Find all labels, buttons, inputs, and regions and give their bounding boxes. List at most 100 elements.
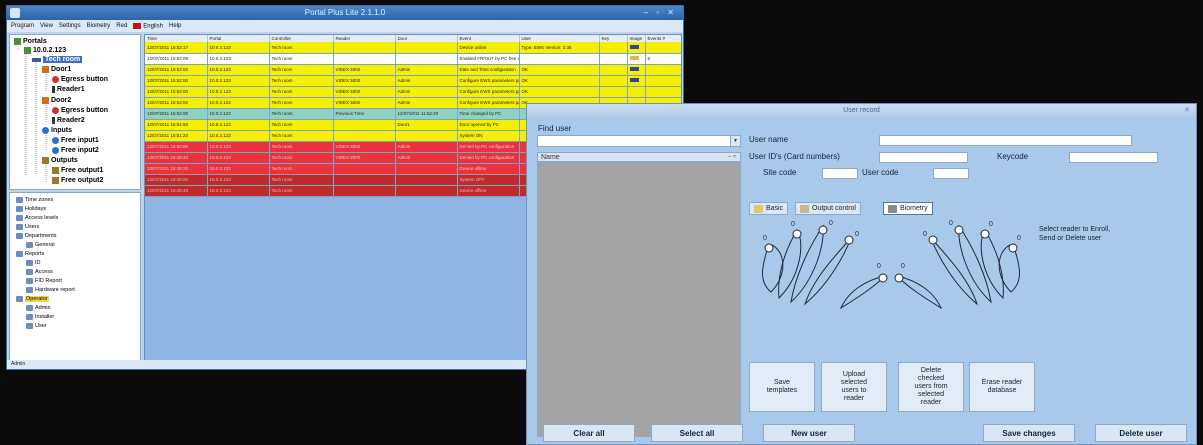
site-code-field[interactable] <box>822 168 858 179</box>
event-row[interactable]: 12/07/2011 15:52:09 10.0.2.123 Tech room En… <box>145 53 681 65</box>
event-cell: 10.0.2.123 <box>207 75 270 87</box>
camera-image-icon[interactable] <box>629 78 639 82</box>
event-column-header[interactable]: Events # <box>645 35 681 42</box>
calendar-icon <box>16 206 23 212</box>
event-row[interactable]: 12/07/2011 15:52:00 10.0.2.123 Tech room VI… <box>145 75 681 87</box>
event-column-header[interactable]: User <box>519 35 600 42</box>
nav-report-id[interactable]: ID <box>26 260 41 266</box>
event-cell: 5 <box>645 53 681 65</box>
tree-node-egress2[interactable]: Egress button <box>52 107 108 114</box>
nav-holidays[interactable]: Holidays <box>16 206 46 212</box>
nav-general[interactable]: General <box>26 242 55 248</box>
nav-users[interactable]: Users <box>16 224 39 230</box>
window-controls[interactable]: – ▫ ✕ <box>644 6 677 20</box>
event-cell: Device offline <box>457 163 520 175</box>
user-code-field[interactable] <box>933 168 969 179</box>
menu-settings[interactable]: Settings <box>59 23 81 29</box>
event-row[interactable]: 12/07/2011 15:52:00 10.0.2.123 Tech room VI… <box>145 64 681 76</box>
user-name-field[interactable] <box>879 135 1132 146</box>
event-cell: 12/07/2011 15:52:00 <box>145 108 208 120</box>
nav-report-fid[interactable]: FID Report <box>26 278 62 284</box>
tree-node-reader2[interactable]: Reader2 <box>52 117 85 124</box>
menu-view[interactable]: View <box>40 23 53 29</box>
event-column-header[interactable]: Controller <box>269 35 334 42</box>
nav-access-levels[interactable]: Access levels <box>16 215 58 221</box>
user-record-title-bar[interactable]: User record ✕ <box>527 104 1196 117</box>
tab-output-control[interactable]: Output control <box>795 202 861 215</box>
nav-reports[interactable]: Reports <box>16 251 44 257</box>
tree-node-outputs[interactable]: Outputs <box>42 157 78 164</box>
event-cell: 12/07/2011 15:52:00 <box>145 64 208 76</box>
select-all-button[interactable]: Select all <box>651 424 743 442</box>
nav-report-access[interactable]: Access <box>26 269 53 275</box>
event-cell: 10.0.2.123 <box>207 42 270 54</box>
tab-biometry[interactable]: Biometry <box>883 202 933 215</box>
tree-node-reader1[interactable]: Reader1 <box>52 86 85 93</box>
tab-basic[interactable]: Basic <box>749 202 789 215</box>
new-user-button[interactable]: New user <box>763 424 855 442</box>
camera-image-icon[interactable] <box>629 44 639 49</box>
tree-node-door2[interactable]: Door2 <box>42 97 71 104</box>
nav-installer[interactable]: Installer <box>26 314 54 320</box>
finger-markers[interactable] <box>764 225 1018 283</box>
user-list-header[interactable]: Name – ▿ <box>537 152 741 162</box>
nav-departments[interactable]: Departments <box>16 233 57 239</box>
navigation-tree[interactable]: Time zones Holidays Access levels Users … <box>9 192 141 361</box>
event-column-header[interactable]: Reader <box>333 35 396 42</box>
menu-help[interactable]: Help <box>169 23 181 29</box>
event-cell: VIDEX 5000 <box>333 152 396 164</box>
chevron-down-icon[interactable]: ▾ <box>730 136 740 146</box>
clock-icon <box>16 197 23 203</box>
user-list[interactable] <box>537 162 741 437</box>
menu-program[interactable]: Program <box>11 23 34 29</box>
main-title-bar[interactable]: Portal Plus Lite 2.1.1.0 – ▫ ✕ <box>7 6 683 20</box>
nav-report-hardware[interactable]: Hardware report <box>26 287 75 293</box>
menu-language[interactable]: English <box>133 22 163 29</box>
event-column-header[interactable]: Image <box>627 35 646 42</box>
close-icon[interactable]: ✕ <box>1184 104 1190 117</box>
event-column-header[interactable]: Key <box>599 35 628 42</box>
menu-red[interactable]: Red <box>116 23 127 29</box>
event-cell: Enabled FR/OUT by PC free output <box>457 53 520 65</box>
delete-user-button[interactable]: Delete user <box>1095 424 1187 442</box>
clear-all-button[interactable]: Clear all <box>543 424 635 442</box>
erase-reader-database-button[interactable]: Erase reader database <box>969 362 1035 412</box>
save-templates-button[interactable]: Save templates <box>749 362 815 412</box>
nav-time-zones[interactable]: Time zones <box>16 197 53 203</box>
event-column-header[interactable]: Door <box>395 35 458 42</box>
tree-node-input1[interactable]: Free input1 <box>52 137 99 144</box>
event-cell: Time changed by PC <box>457 108 520 120</box>
card-number-field[interactable] <box>879 152 968 163</box>
save-changes-button[interactable]: Save changes <box>983 424 1075 442</box>
tree-node-inputs[interactable]: Inputs <box>42 127 72 134</box>
tree-node-output2[interactable]: Free output2 <box>52 177 103 184</box>
nav-user[interactable]: User <box>26 323 47 329</box>
event-cell: 12/07/2011 15:51:20 <box>145 130 208 142</box>
tree-node-egress1[interactable]: Egress button <box>52 76 108 83</box>
camera-image-icon[interactable] <box>629 67 639 71</box>
portal-tree[interactable]: Portals 10.0.2.123 Tech room Door1 Egres… <box>9 34 141 190</box>
event-column-header[interactable]: Portal <box>207 35 270 42</box>
menu-biometry[interactable]: Biometry <box>87 23 111 29</box>
nav-operator[interactable]: Operator <box>16 296 49 302</box>
tree-node-output1[interactable]: Free output1 <box>52 167 103 174</box>
delete-checked-users-button[interactable]: Delete checked users from selected reade… <box>898 362 964 412</box>
event-row[interactable]: 12/07/2011 15:52:00 10.0.2.123 Tech room VI… <box>145 86 681 98</box>
event-cell: Admin <box>395 86 458 98</box>
tree-node-door1[interactable]: Door1 <box>42 66 71 73</box>
fingerprint-icon <box>888 204 897 213</box>
find-user-combo[interactable]: ▾ <box>537 135 741 147</box>
upload-users-button[interactable]: Upload selected users to reader <box>821 362 887 412</box>
tree-node-portals[interactable]: Portals <box>14 38 47 45</box>
event-row[interactable]: 12/07/2011 15:52:17 10.0.2.123 Tech room De… <box>145 42 681 54</box>
keycode-field[interactable] <box>1069 152 1158 163</box>
camera-image-icon[interactable] <box>629 56 639 60</box>
tree-node-input2[interactable]: Free input2 <box>52 147 99 154</box>
event-column-header[interactable]: Time <box>145 35 208 42</box>
tree-node-tech-room[interactable]: Tech room <box>32 56 83 63</box>
event-cell: 12/07/2011 15:52:00 <box>145 86 208 98</box>
admin-icon <box>26 305 33 311</box>
nav-admin[interactable]: Admin <box>26 305 51 311</box>
event-column-header[interactable]: Event <box>457 35 520 42</box>
tree-node-ip[interactable]: 10.0.2.123 <box>24 47 66 54</box>
